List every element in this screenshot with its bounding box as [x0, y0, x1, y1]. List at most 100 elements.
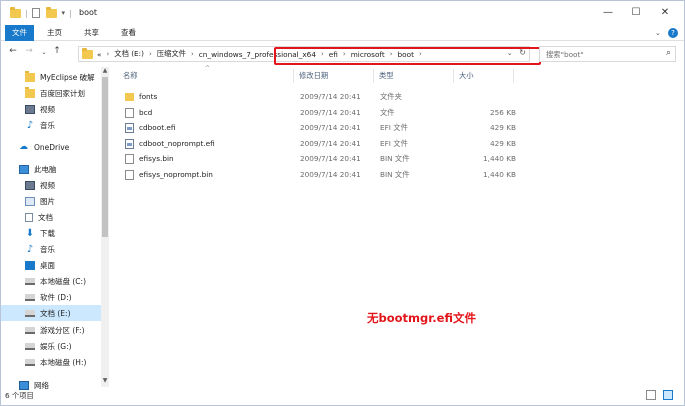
folder-icon[interactable] — [10, 6, 21, 18]
sidebar-item-label: OneDrive — [34, 142, 70, 152]
file-date: 2009/7/14 20:41 — [300, 169, 361, 179]
column-size[interactable]: 大小 — [459, 71, 474, 81]
file-icon — [125, 107, 134, 118]
sidebar-item[interactable]: 此电脑 — [1, 161, 101, 177]
file-row[interactable]: efisys_noprompt.bin 2009/7/14 20:41 BIN 文件… — [123, 168, 523, 182]
tab-share[interactable]: 共享 — [84, 25, 99, 41]
properties-icon[interactable] — [31, 8, 40, 18]
customize-toolbar-icon[interactable]: ▾ — [62, 9, 66, 17]
drive-icon — [25, 358, 35, 366]
column-divider[interactable] — [373, 69, 374, 83]
separator: | — [25, 8, 28, 18]
sidebar-item[interactable]: ♪ 音乐 — [1, 241, 101, 257]
folder-icon — [25, 70, 35, 82]
address-bar[interactable]: « › 文档 (E:) › 压缩文件 › cn_windows_7_profes… — [78, 46, 541, 65]
sidebar-item-label: 娱乐 (G:) — [40, 341, 72, 351]
up-icon[interactable]: ↑ — [51, 46, 63, 56]
sidebar-item-label: 视频 — [40, 180, 55, 190]
file-row[interactable]: cdboot.efi 2009/7/14 20:41 EFI 文件 429 KB — [123, 121, 523, 135]
sidebar-item[interactable]: 视频 — [1, 101, 101, 117]
sidebar-item[interactable]: 桌面 — [1, 257, 101, 273]
path-highlight-box — [274, 47, 541, 65]
tab-view[interactable]: 查看 — [121, 25, 136, 41]
sidebar-item-label: 音乐 — [40, 120, 55, 130]
column-type[interactable]: 类型 — [379, 71, 394, 81]
new-folder-icon[interactable] — [45, 6, 57, 18]
search-box[interactable]: 搜索"boot" ⌕ — [539, 46, 676, 62]
sidebar-item-label: 本地磁盘 (C:) — [40, 276, 86, 286]
ribbon-tabs: 文件 主页 共享 查看 ⌄ ? — [1, 25, 684, 41]
sidebar-item[interactable]: 游戏分区 (F:) — [1, 322, 101, 338]
column-name[interactable]: 名称 — [123, 71, 138, 81]
file-type: EFI 文件 — [380, 138, 408, 148]
forward-icon[interactable]: → — [23, 46, 35, 56]
search-placeholder: 搜索"boot" — [546, 50, 584, 59]
efi-file-icon — [125, 138, 134, 149]
sidebar-item[interactable]: ⬇ 下载 — [1, 225, 101, 241]
recent-locations-icon[interactable]: ⌄ — [38, 49, 50, 56]
column-divider[interactable] — [293, 69, 294, 83]
history-dropdown-icon[interactable]: ⌄ — [507, 49, 513, 57]
sidebar-item[interactable]: 娱乐 (G:) — [1, 338, 101, 354]
desktop-icon — [25, 260, 35, 270]
drive-icon — [25, 293, 35, 301]
large-icons-view-icon[interactable] — [663, 390, 673, 400]
window-title: boot — [79, 8, 98, 17]
scroll-up-icon[interactable]: ▲ — [101, 67, 109, 74]
file-name: cdboot.efi — [139, 123, 176, 132]
drive-icon — [25, 326, 35, 334]
sidebar-item-label: 文档 — [38, 212, 53, 222]
sidebar-item-label: 视频 — [40, 104, 55, 114]
sidebar-item[interactable]: 本地磁盘 (H:) — [1, 354, 101, 370]
picture-icon — [25, 196, 35, 206]
item-count: 6 个项目 — [5, 391, 34, 400]
file-list: ^ 名称 修改日期 类型 大小 fonts 2009/7/14 20:41 文件夹 b… — [113, 65, 683, 375]
search-icon[interactable]: ⌕ — [666, 48, 671, 58]
music-icon: ♪ — [26, 119, 34, 131]
column-divider[interactable] — [453, 69, 454, 83]
sidebar-item[interactable]: MyEclipse 破解 — [1, 69, 101, 85]
file-row[interactable]: cdboot_noprompt.efi 2009/7/14 20:41 EFI 文件… — [123, 137, 523, 151]
file-row[interactable]: fonts 2009/7/14 20:41 文件夹 — [123, 90, 523, 104]
breadcrumb-compressed[interactable]: 压缩文件 — [157, 49, 186, 59]
chevron-down-icon[interactable]: ⌄ — [655, 25, 661, 41]
sidebar-item[interactable]: 视频 — [1, 177, 101, 193]
refresh-icon[interactable]: ↻ — [519, 48, 526, 57]
separator: | — [69, 8, 72, 18]
minimize-button[interactable]: — — [601, 6, 615, 20]
file-size: 256 KB — [489, 107, 516, 117]
sidebar-item[interactable]: 软件 (D:) — [1, 289, 101, 305]
scrollbar-thumb[interactable] — [102, 77, 108, 237]
breadcrumb-overflow[interactable]: « — [97, 50, 101, 59]
sidebar-scrollbar[interactable]: ▲ ▼ — [101, 67, 109, 387]
navigation-pane: MyEclipse 破解 百度回家计划 视频 ♪ 音乐 ☁ OneDrive 此电脑 视频 图片文… — [1, 65, 111, 390]
file-row[interactable]: efisys.bin 2009/7/14 20:41 BIN 文件 1,440 KB — [123, 152, 523, 166]
sidebar-item[interactable]: 文档 (E:) — [1, 305, 101, 321]
file-date: 2009/7/14 20:41 — [300, 154, 361, 163]
file-icon — [125, 154, 134, 164]
maximize-button[interactable]: ☐ — [629, 6, 643, 20]
sidebar-item[interactable]: ♪ 音乐 — [1, 117, 101, 133]
scroll-down-icon[interactable]: ▼ — [101, 377, 109, 384]
sidebar-item-label: 音乐 — [40, 244, 55, 254]
tab-file[interactable]: 文件 — [5, 25, 34, 41]
sidebar-item[interactable]: 本地磁盘 (C:) — [1, 273, 101, 289]
sidebar-item[interactable]: ☁ OneDrive — [1, 139, 101, 155]
file-type: EFI 文件 — [380, 123, 408, 132]
column-date[interactable]: 修改日期 — [299, 71, 328, 81]
breadcrumb-drive-e[interactable]: 文档 (E:) — [114, 49, 144, 59]
column-divider[interactable] — [513, 69, 514, 83]
details-view-icon[interactable] — [646, 390, 656, 400]
sidebar-item[interactable]: 图片 — [1, 193, 101, 209]
sidebar-item-label: 百度回家计划 — [40, 88, 85, 98]
sidebar-item[interactable]: 百度回家计划 — [1, 85, 101, 101]
file-size: 429 KB — [489, 138, 516, 148]
back-icon[interactable]: ← — [7, 46, 19, 56]
file-row[interactable]: bcd 2009/7/14 20:41 文件 256 KB — [123, 106, 523, 120]
separator: › — [190, 50, 194, 58]
sidebar-item[interactable]: 文档 — [1, 209, 101, 225]
tab-home[interactable]: 主页 — [47, 25, 62, 41]
navigation-bar: ← → ⌄ ↑ « › 文档 (E:) › 压缩文件 › cn_windows_… — [1, 43, 684, 65]
help-icon[interactable]: ? — [668, 25, 678, 41]
close-button[interactable]: ✕ — [658, 6, 672, 20]
